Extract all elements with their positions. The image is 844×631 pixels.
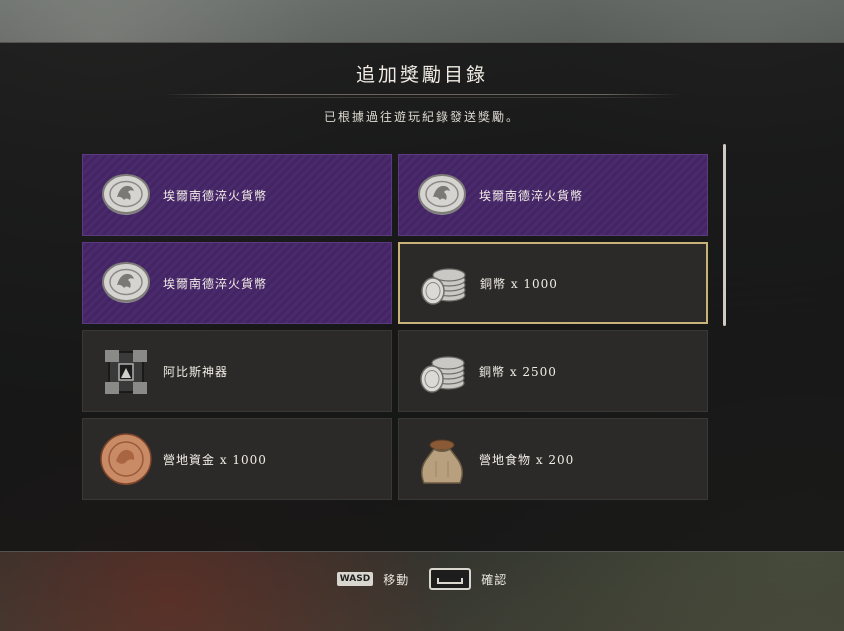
control-hints: WASD 移動 確認 (0, 565, 844, 593)
reward-label: 營地資金 x 1000 (163, 452, 267, 467)
scrollbar[interactable] (723, 144, 726, 326)
page-subtitle: 已根據過往遊玩紀錄發送獎勵。 (323, 110, 520, 124)
reward-label: 營地食物 x 200 (479, 452, 575, 467)
reward-item-4[interactable]: 銅幣 x 1000 (398, 242, 708, 324)
reward-item-5[interactable]: 阿比斯神器 (82, 330, 392, 412)
reward-grid: 埃爾南德淬火貨幣 埃爾南德淬火貨幣 埃爾南德淬火貨幣 銅幣 x 1000 阿比斯… (82, 154, 708, 500)
reward-item-6[interactable]: 銅幣 x 2500 (398, 330, 708, 412)
reward-item-1[interactable]: 埃爾南德淬火貨幣 (82, 154, 392, 236)
silver-medallion-icon (413, 166, 471, 224)
reward-item-7[interactable]: 營地資金 x 1000 (82, 418, 392, 500)
confirm-hint-label[interactable]: 確認 (481, 571, 507, 588)
reward-label: 埃爾南德淬火貨幣 (163, 276, 268, 291)
reward-label: 銅幣 x 2500 (479, 364, 557, 379)
coin-stack-icon (414, 254, 472, 312)
food-sack-icon (413, 430, 471, 488)
silver-medallion-icon (97, 166, 155, 224)
space-key-icon (429, 568, 472, 590)
reward-label: 阿比斯神器 (163, 364, 229, 379)
reward-label: 埃爾南德淬火貨幣 (163, 188, 268, 203)
title-divider (162, 94, 682, 98)
reward-item-3[interactable]: 埃爾南德淬火貨幣 (82, 242, 392, 324)
reward-item-8[interactable]: 營地食物 x 200 (398, 418, 708, 500)
copper-coin-icon (97, 430, 155, 488)
reward-label: 銅幣 x 1000 (480, 276, 558, 291)
reward-label: 埃爾南德淬火貨幣 (479, 188, 584, 203)
coin-stack-icon (413, 342, 471, 400)
page-title: 追加獎勵目錄 (355, 64, 488, 86)
reward-item-2[interactable]: 埃爾南德淬火貨幣 (398, 154, 708, 236)
abyss-artifact-icon (97, 342, 155, 400)
wasd-key-icon: WASD (336, 572, 374, 586)
silver-medallion-icon (97, 254, 155, 312)
move-hint-label: 移動 (383, 572, 410, 587)
